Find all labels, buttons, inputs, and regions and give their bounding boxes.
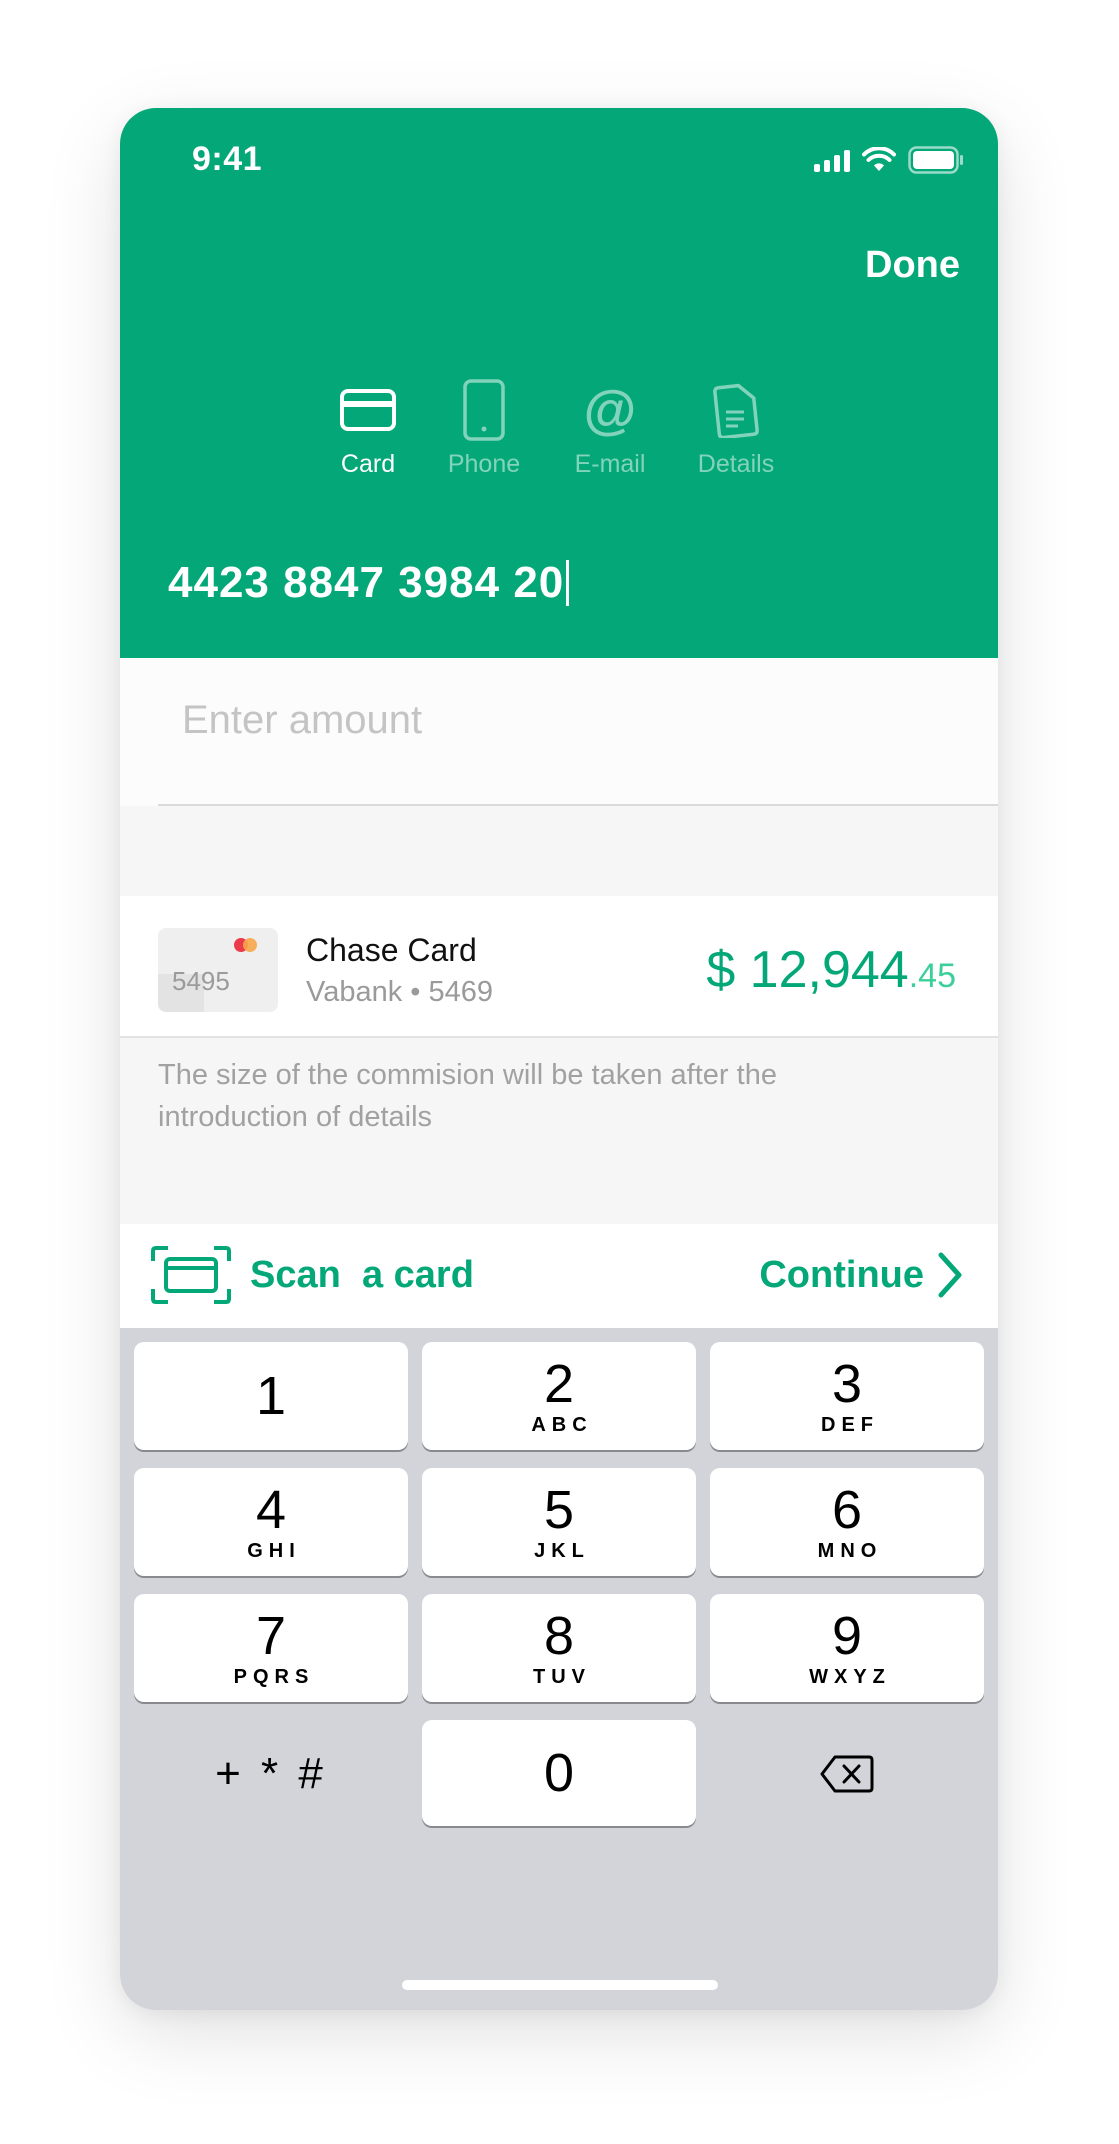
transfer-method-tabs: Card Phone @ E-mail Details	[120, 378, 998, 498]
continue-button[interactable]: Continue	[759, 1242, 964, 1308]
scan-card-label: Scan a card	[250, 1253, 474, 1296]
tab-card[interactable]: Card	[308, 378, 428, 479]
mastercard-logo-icon	[234, 938, 262, 952]
key-8[interactable]: 8 TUV	[422, 1594, 696, 1702]
tab-card-label: Card	[340, 450, 396, 478]
action-bar: Scan a card Continue	[120, 1224, 998, 1328]
amount-input[interactable]	[182, 698, 942, 743]
amount-divider	[158, 804, 998, 806]
balance-cents: .45	[908, 957, 956, 995]
home-indicator	[402, 1980, 718, 1990]
account-name: Chase Card	[306, 932, 477, 968]
cellular-signal-icon	[814, 148, 850, 172]
wifi-icon	[862, 147, 896, 171]
card-thumbnail: 5495	[158, 928, 278, 1012]
status-time: 9:41	[192, 140, 263, 178]
commission-note: The size of the commision will be taken …	[158, 1059, 777, 1133]
done-button[interactable]: Done	[865, 244, 960, 287]
card-number-field[interactable]: 4423 8847 3984 20	[168, 558, 570, 608]
balance-main: $ 12,944	[706, 941, 909, 999]
account-subtitle: Vabank • 5469	[306, 976, 493, 1008]
key-2[interactable]: 2 ABC	[422, 1342, 696, 1450]
key-delete[interactable]	[710, 1720, 984, 1828]
scan-card-button[interactable]: Scan a card	[150, 1242, 474, 1308]
key-4[interactable]: 4 GHI	[134, 1468, 408, 1576]
amount-row	[120, 658, 998, 806]
tab-phone-label: Phone	[447, 450, 521, 478]
tab-details[interactable]: Details	[676, 378, 796, 479]
battery-icon	[908, 146, 963, 174]
tab-details-label: Details	[697, 450, 775, 478]
scan-card-icon	[151, 1246, 231, 1304]
tab-email-label: E-mail	[574, 450, 646, 478]
status-icons	[814, 146, 964, 174]
key-6[interactable]: 6 MNO	[710, 1468, 984, 1576]
credit-card-icon	[339, 378, 397, 442]
continue-label: Continue	[759, 1253, 924, 1296]
backspace-icon	[820, 1755, 874, 1793]
header: 9:41 Done Card Phone @ E-mail Details 44…	[120, 108, 998, 658]
tab-email[interactable]: @ E-mail	[550, 378, 670, 479]
at-sign-icon: @	[583, 380, 637, 440]
text-caret	[566, 560, 570, 606]
chevron-right-icon	[938, 1252, 962, 1298]
tab-phone[interactable]: Phone	[424, 378, 544, 479]
phone-icon	[462, 378, 506, 442]
key-3[interactable]: 3 DEF	[710, 1342, 984, 1450]
key-symbols[interactable]: + * #	[134, 1720, 408, 1828]
numeric-keypad: 1 2 ABC 3 DEF 4 GHI 5 JKL 6 MNO 7 PQRS 8 TUV 9W…	[120, 1328, 998, 2010]
key-1[interactable]: 1	[134, 1342, 408, 1450]
key-7[interactable]: 7 PQRS	[134, 1594, 408, 1702]
card-number-value: 4423 8847 3984 20	[168, 558, 565, 607]
key-9[interactable]: 9 WXYZ	[710, 1594, 984, 1702]
document-icon	[713, 378, 759, 442]
account-balance: $ 12,944.45	[706, 940, 956, 1000]
key-5[interactable]: 5 JKL	[422, 1468, 696, 1576]
card-thumbnail-number: 5495	[172, 966, 230, 996]
phone-screen: 9:41 Done Card Phone @ E-mail Details 44…	[120, 108, 998, 2010]
source-account[interactable]: 5495 Chase Card Vabank • 5469 $ 12,944.4…	[120, 896, 998, 1038]
key-0[interactable]: 0	[422, 1720, 696, 1826]
